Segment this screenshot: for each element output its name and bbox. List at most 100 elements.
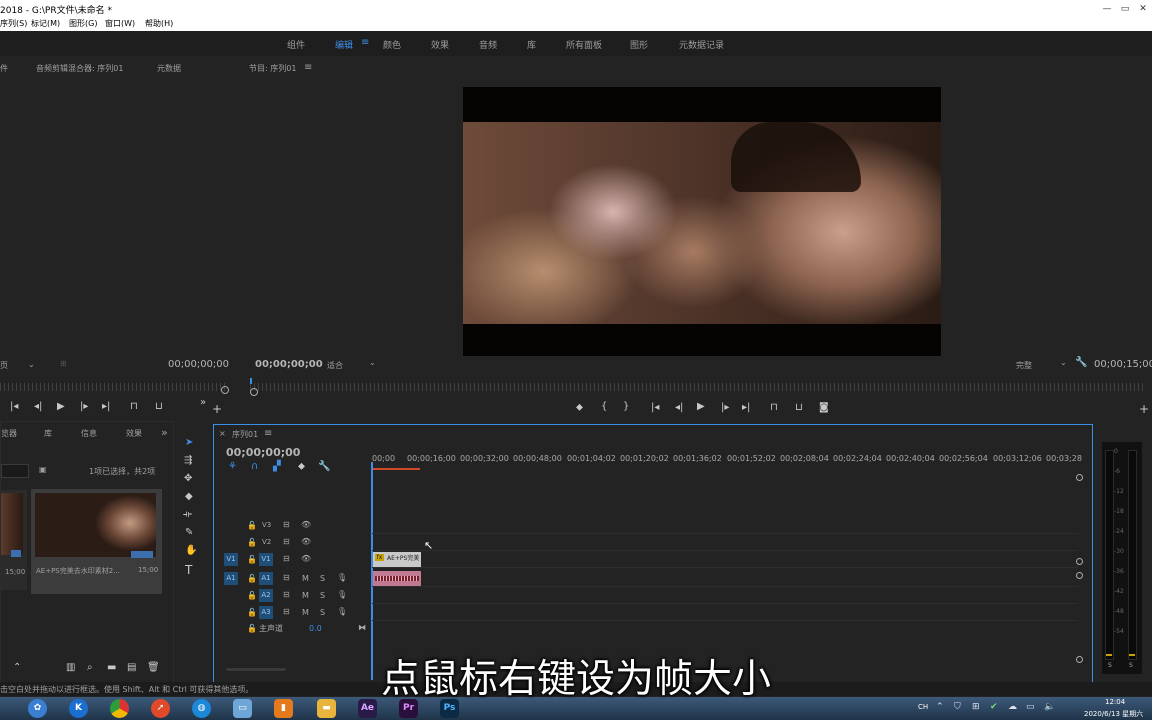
workspace-assembly[interactable]: 组件	[287, 38, 305, 51]
panel-menu-icon[interactable]: ≡	[264, 428, 272, 439]
lift-icon[interactable]: ⊓	[770, 402, 778, 413]
chevron-down-icon[interactable]: ⌄	[1060, 358, 1067, 367]
track-label-a2[interactable]: A2	[259, 589, 273, 602]
wrench-icon[interactable]: 🔧	[318, 461, 330, 472]
sync-lock-icon[interactable]: ⊟	[283, 554, 290, 563]
step-back-icon[interactable]: ◂|	[34, 401, 42, 412]
track-area[interactable]: fx AE+PS完美 ↖	[372, 517, 1078, 643]
sync-lock-icon[interactable]: ⊟	[283, 537, 290, 546]
mark-in-icon[interactable]: {	[601, 401, 607, 412]
export-frame-icon[interactable]: ◙	[819, 402, 829, 413]
microphone-icon[interactable]: 🎙	[337, 590, 347, 599]
clock-date[interactable]: 2020/6/13 星期六	[1084, 709, 1143, 719]
workspace-menu-icon[interactable]: ≡	[361, 37, 369, 48]
track-v2[interactable]	[372, 534, 1078, 551]
workspace-effects[interactable]: 效果	[431, 38, 449, 51]
master-volume[interactable]: 0.0	[309, 624, 322, 633]
video-clip[interactable]: fx AE+PS完美	[373, 552, 421, 567]
add-button-icon[interactable]: +	[212, 402, 222, 416]
video-viewer[interactable]	[463, 87, 941, 356]
tab-effects[interactable]: 效果	[126, 428, 142, 439]
timeline-timecode[interactable]: 00;00;00;00	[226, 446, 300, 459]
nest-icon[interactable]: ⚘	[228, 461, 237, 472]
lock-icon[interactable]: 🔓	[247, 521, 257, 530]
overwrite-icon[interactable]: ⊔	[155, 401, 163, 412]
menu-marker[interactable]: 标记(M)	[31, 18, 60, 29]
quality-dropdown[interactable]: 完整	[1016, 360, 1032, 371]
fit-dropdown[interactable]: 适合	[327, 360, 343, 371]
time-ruler[interactable]: 00;00 00;00;16;00 00;00;32;00 00;00;48;0…	[372, 451, 1082, 473]
step-forward-icon[interactable]: |▸	[721, 402, 729, 413]
track-label-v1[interactable]: V1	[259, 553, 273, 566]
play-icon[interactable]: ▶	[697, 401, 705, 412]
track-label-v2[interactable]: V2	[262, 538, 271, 546]
eye-icon[interactable]: 👁	[301, 537, 311, 546]
restore-button[interactable]: ▭	[1118, 4, 1132, 14]
more-controls-icon[interactable]: »	[200, 397, 206, 408]
lock-icon[interactable]: 🔓	[247, 591, 257, 600]
language-indicator[interactable]: CH	[918, 703, 928, 711]
add-marker-icon[interactable]: ⬥	[298, 461, 305, 472]
timeline-tab[interactable]: 序列01	[232, 429, 258, 440]
menu-graphics[interactable]: 图形(G)	[69, 18, 97, 29]
project-item-1[interactable]: 15;00	[1, 490, 27, 590]
track-a2[interactable]	[372, 587, 1078, 604]
playhead-marker[interactable]	[250, 378, 252, 384]
ripple-edit-tool-icon[interactable]: ✥	[184, 473, 192, 484]
lock-icon[interactable]: 🔓	[247, 574, 257, 583]
razor-tool-icon[interactable]: ◆	[185, 491, 193, 502]
tab-metadata[interactable]: 元数据	[157, 63, 181, 74]
program-ruler[interactable]	[250, 383, 1145, 391]
type-tool-icon[interactable]: T	[185, 563, 192, 577]
track-label-a1[interactable]: A1	[259, 572, 273, 585]
hand-tool-icon[interactable]: ✋	[185, 545, 197, 556]
workspace-audio[interactable]: 音频	[479, 38, 497, 51]
project-item-2[interactable]: AE+PS完美去水印素材2... 15;00	[31, 489, 162, 594]
workspace-all-panels[interactable]: 所有面板	[566, 38, 602, 51]
lock-icon[interactable]: 🔓	[247, 608, 257, 617]
eye-icon[interactable]: 👁	[301, 520, 311, 529]
sync-lock-icon[interactable]: ⊟	[283, 590, 290, 599]
workspace-color[interactable]: 颜色	[383, 38, 401, 51]
go-to-out-icon[interactable]: ▸|	[102, 401, 110, 412]
step-back-icon[interactable]: ◂|	[675, 402, 683, 413]
extract-icon[interactable]: ⊔	[795, 402, 803, 413]
workspace-libraries[interactable]: 库	[527, 38, 536, 51]
slip-tool-icon[interactable]: ⟛	[183, 509, 192, 520]
linked-selection-icon[interactable]: ▞	[273, 461, 281, 472]
sync-lock-icon[interactable]: ⊟	[283, 520, 290, 529]
search-input[interactable]	[1, 464, 29, 478]
menu-window[interactable]: 窗口(W)	[105, 18, 135, 29]
program-timecode[interactable]: 00;00;00;00	[255, 359, 323, 370]
solo-button[interactable]: S	[320, 608, 325, 617]
tab-libraries[interactable]: 库	[44, 428, 52, 439]
step-forward-icon[interactable]: |▸	[80, 401, 88, 412]
track-a3[interactable]	[372, 604, 1078, 621]
go-to-in-icon[interactable]: |◂	[10, 401, 18, 412]
source-patch-a1[interactable]: A1	[224, 572, 238, 585]
more-tabs-icon[interactable]: »	[161, 426, 168, 439]
add-marker-icon[interactable]: ⬥	[576, 402, 583, 413]
add-button-icon[interactable]: +	[1139, 402, 1149, 416]
track-v1[interactable]	[372, 551, 1078, 568]
chevron-down-icon[interactable]: ⌄	[28, 360, 35, 369]
microphone-icon[interactable]: 🎙	[337, 573, 347, 582]
track-select-tool-icon[interactable]: ⇶	[184, 455, 192, 466]
source-ruler[interactable]	[0, 383, 228, 391]
track-label-a3[interactable]: A3	[259, 606, 273, 619]
wrench-icon[interactable]: 🔧	[1075, 357, 1087, 368]
go-to-in-icon[interactable]: |◂	[651, 402, 659, 413]
playhead-handle-icon[interactable]	[221, 386, 229, 394]
panel-menu-icon[interactable]: ≡	[304, 62, 312, 73]
workspace-editing[interactable]: 编辑	[335, 38, 353, 51]
tab-audio-clip-mixer[interactable]: 音频剪辑混合器: 序列01	[36, 63, 123, 74]
lock-icon[interactable]: 🔓	[247, 624, 257, 633]
source-patch-v1[interactable]: V1	[224, 553, 238, 566]
sync-lock-icon[interactable]: ⊟	[283, 607, 290, 616]
mark-out-icon[interactable]: }	[623, 401, 629, 412]
menu-sequence[interactable]: 序列(S)	[0, 18, 27, 29]
page-dropdown[interactable]: 页	[0, 360, 8, 371]
audio-clip[interactable]	[373, 571, 421, 586]
tab-partial[interactable]: 件	[0, 63, 8, 74]
close-button[interactable]: ✕	[1136, 4, 1150, 14]
